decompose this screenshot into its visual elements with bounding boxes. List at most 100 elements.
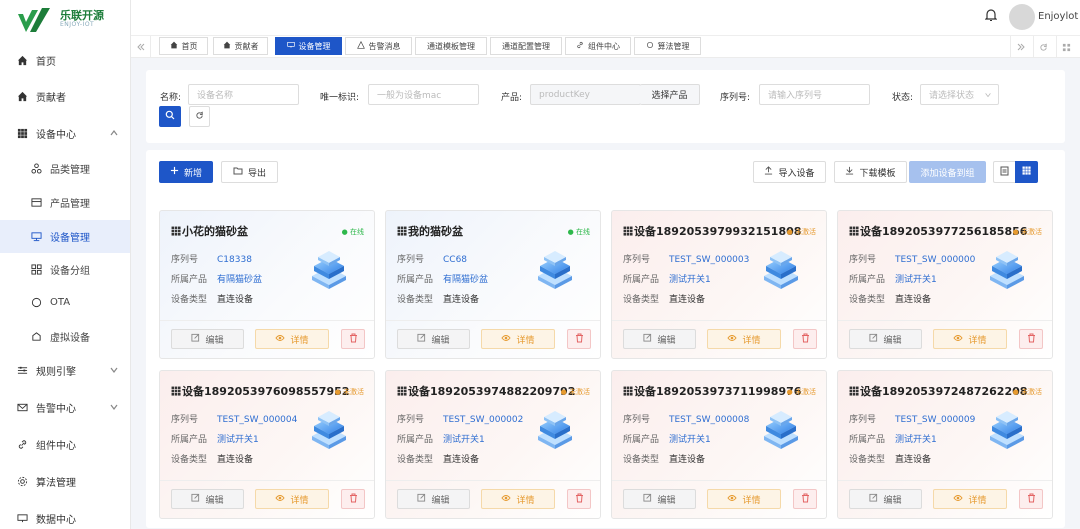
add-button[interactable]: 新增 xyxy=(159,161,213,183)
scroll-right-icon[interactable] xyxy=(1010,36,1030,58)
sidebar-item-home[interactable]: 首页 xyxy=(0,44,130,77)
delete-button[interactable] xyxy=(1019,329,1043,349)
detail-button[interactable]: 详情 xyxy=(707,329,781,349)
edit-button[interactable]: 编辑 xyxy=(171,329,244,349)
refresh-icon[interactable] xyxy=(1033,36,1053,58)
detail-button[interactable]: 详情 xyxy=(481,329,555,349)
detail-button[interactable]: 详情 xyxy=(481,489,555,509)
brand-logo[interactable]: 乐联开源 ENJOY-IOT xyxy=(0,0,130,38)
tab-device-management[interactable]: 设备管理 xyxy=(275,37,342,55)
sidebar-item-component-center[interactable]: 组件中心 xyxy=(0,428,130,461)
scroll-left-icon[interactable] xyxy=(131,36,151,58)
edit-button[interactable]: 编辑 xyxy=(171,489,244,509)
serial-value[interactable]: C18338 xyxy=(217,255,252,265)
sidebar-item-contributors[interactable]: 贡献者 xyxy=(0,80,130,113)
serial-value[interactable]: CC68 xyxy=(443,255,467,265)
detail-button[interactable]: 详情 xyxy=(707,489,781,509)
delete-button[interactable] xyxy=(341,329,365,349)
edit-button[interactable]: 编辑 xyxy=(623,489,696,509)
device-card[interactable]: 小花的猫砂盆 ● 在线 序列号 C18338 所属产品 有隔猫砂盆 设备类型 直连设备… xyxy=(159,210,375,359)
sidebar-item-categories[interactable]: 品类管理 xyxy=(0,152,130,185)
sidebar-item-ota[interactable]: OTA xyxy=(0,286,130,319)
serial-input[interactable]: 请输入序列号 xyxy=(759,84,870,105)
name-input[interactable]: 设备名称 xyxy=(188,84,299,105)
serial-value[interactable]: TEST_SW_000008 xyxy=(669,415,749,425)
select-product-button[interactable]: 选择产品 xyxy=(640,84,700,105)
download-template-button[interactable]: 下载模板 xyxy=(834,161,907,183)
detail-button[interactable]: 详情 xyxy=(255,329,329,349)
product-value[interactable]: 测试开关1 xyxy=(669,275,711,285)
card-actions: 编辑 详情 xyxy=(386,320,600,358)
detail-button[interactable]: 详情 xyxy=(933,489,1007,509)
tab-home[interactable]: 首页 xyxy=(159,37,208,55)
device-card[interactable]: 设备1892053973711998976 ● 未激活 序列号 TEST_SW_0… xyxy=(611,370,827,519)
uid-input[interactable]: 一般为设备mac xyxy=(368,84,479,105)
delete-button[interactable] xyxy=(793,489,817,509)
search-button[interactable] xyxy=(159,106,181,127)
device-card[interactable]: 设备1892053974882209792 ● 未激活 序列号 TEST_SW_0… xyxy=(385,370,601,519)
edit-button[interactable]: 编辑 xyxy=(397,489,470,509)
sidebar-item-device-center[interactable]: 设备中心 xyxy=(0,117,130,150)
device-card[interactable]: 设备1892053972487262208 ● 未激活 序列号 TEST_SW_0… xyxy=(837,370,1053,519)
device-card[interactable]: 设备1892053976098557952 ● 未激活 序列号 TEST_SW_0… xyxy=(159,370,375,519)
trash-icon xyxy=(349,333,358,346)
sidebar-item-device-groups[interactable]: 设备分组 xyxy=(0,253,130,286)
device-card[interactable]: 设备1892053979932151808 ● 未激活 序列号 TEST_SW_0… xyxy=(611,210,827,359)
sidebar-item-virtual-devices[interactable]: 虚拟设备 xyxy=(0,320,130,353)
sidebar-item-alarm-center[interactable]: 告警中心 xyxy=(0,391,130,424)
product-value[interactable]: 测试开关1 xyxy=(895,435,937,445)
product-value[interactable]: 测试开关1 xyxy=(217,435,259,445)
serial-key: 序列号 xyxy=(171,415,199,425)
product-value[interactable]: 测试开关1 xyxy=(443,435,485,445)
tab-algorithm[interactable]: 算法管理 xyxy=(634,37,701,55)
sidebar-item-rule-engine[interactable]: 规则引擎 xyxy=(0,354,130,387)
tab-alarm-messages[interactable]: 告警消息 xyxy=(345,37,412,55)
eye-icon xyxy=(953,494,964,505)
reset-button[interactable] xyxy=(189,106,210,127)
state-select[interactable]: 请选择状态 xyxy=(920,84,999,105)
type-row: 设备类型 直连设备 xyxy=(397,452,479,465)
sidebar-item-algorithm[interactable]: 算法管理 xyxy=(0,465,130,498)
delete-button[interactable] xyxy=(1019,489,1043,509)
edit-button[interactable]: 编辑 xyxy=(397,329,470,349)
grid-icon[interactable] xyxy=(1056,36,1076,58)
tab-channel-templates[interactable]: 通道模板管理 xyxy=(415,37,487,55)
sidebar-item-products[interactable]: 产品管理 xyxy=(0,186,130,219)
serial-value[interactable]: TEST_SW_000009 xyxy=(895,415,975,425)
delete-button[interactable] xyxy=(567,489,591,509)
detail-button[interactable]: 详情 xyxy=(255,489,329,509)
grid-icon xyxy=(1022,166,1031,178)
product-input[interactable]: productKey xyxy=(530,84,641,105)
product-value[interactable]: 有隔猫砂盆 xyxy=(443,275,488,285)
list-view-button[interactable] xyxy=(993,161,1015,183)
avatar[interactable] xyxy=(1009,4,1035,30)
serial-value[interactable]: TEST_SW_000000 xyxy=(895,255,975,265)
delete-button[interactable] xyxy=(793,329,817,349)
product-key: 所属产品 xyxy=(623,435,660,445)
edit-button[interactable]: 编辑 xyxy=(849,329,922,349)
import-devices-button[interactable]: 导入设备 xyxy=(753,161,826,183)
add-to-group-button[interactable]: 添加设备到组 xyxy=(909,161,986,183)
device-card[interactable]: 设备1892053977256185856 ● 未激活 序列号 TEST_SW_0… xyxy=(837,210,1053,359)
tab-component-center[interactable]: 组件中心 xyxy=(565,37,631,55)
detail-button[interactable]: 详情 xyxy=(933,329,1007,349)
username[interactable]: Enjoylot xyxy=(1038,11,1078,22)
delete-button[interactable] xyxy=(341,489,365,509)
product-value[interactable]: 测试开关1 xyxy=(669,435,711,445)
serial-value[interactable]: TEST_SW_000003 xyxy=(669,255,749,265)
product-value[interactable]: 测试开关1 xyxy=(895,275,937,285)
sidebar-item-device-management[interactable]: 设备管理 xyxy=(0,220,130,253)
edit-button[interactable]: 编辑 xyxy=(623,329,696,349)
serial-value[interactable]: TEST_SW_000004 xyxy=(217,415,297,425)
bell-icon[interactable] xyxy=(984,8,999,22)
edit-button[interactable]: 编辑 xyxy=(849,489,922,509)
export-button[interactable]: 导出 xyxy=(221,161,278,183)
delete-button[interactable] xyxy=(567,329,591,349)
product-value[interactable]: 有隔猫砂盆 xyxy=(217,275,262,285)
sidebar-item-data-center[interactable]: 数据中心 xyxy=(0,502,130,529)
device-card[interactable]: 我的猫砂盆 ● 在线 序列号 CC68 所属产品 有隔猫砂盆 设备类型 直连设备 编辑… xyxy=(385,210,601,359)
tab-channel-config[interactable]: 通道配置管理 xyxy=(490,37,562,55)
tab-contributors[interactable]: 贡献者 xyxy=(213,37,268,55)
serial-value[interactable]: TEST_SW_000002 xyxy=(443,415,523,425)
card-view-button[interactable] xyxy=(1015,161,1038,183)
